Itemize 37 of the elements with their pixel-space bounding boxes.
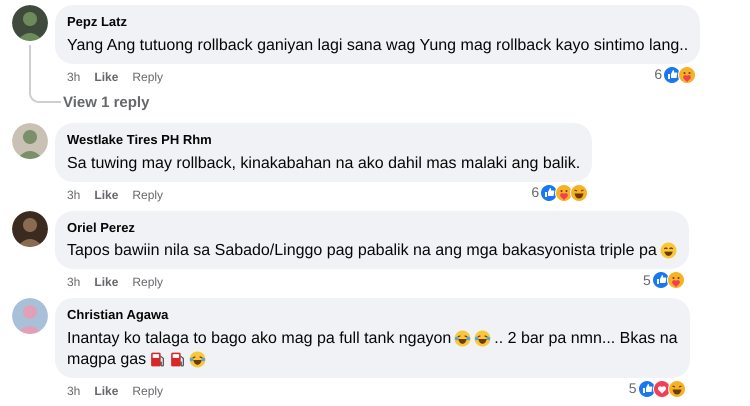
laughing-tears-emoji-icon (454, 330, 472, 346)
author-name[interactable]: Oriel Perez (67, 218, 135, 237)
comment-text: magpa gas (67, 350, 146, 370)
reaction-count[interactable]: 5 (642, 270, 651, 290)
reply-link[interactable]: Reply (132, 186, 164, 204)
view-replies-link[interactable]: View 1 reply (63, 92, 150, 114)
author-name[interactable]: Christian Agawa (67, 305, 168, 324)
author-name[interactable]: Pepz Latz (67, 12, 127, 32)
author-name[interactable]: Westlake Tires PH Rhm (67, 130, 212, 150)
laughing-tears-emoji-icon (189, 350, 206, 368)
care-reaction-icon[interactable] (666, 271, 685, 289)
comment-text: Tapos bawiin nila sa Sabado/Linggo pag pabalik na ang mga bakasyonista triple pa (67, 241, 657, 261)
haha-reaction-icon[interactable] (570, 184, 588, 202)
laughing-tears-emoji-icon (474, 330, 492, 346)
reply-link[interactable]: Reply (132, 273, 164, 291)
like-link[interactable]: Like (94, 68, 118, 86)
reaction-count[interactable]: 5 (628, 378, 636, 399)
fuel-pump-icon (169, 350, 186, 368)
comment-text: Inantay ko talaga to bago ako mag pa full tank ngayon (67, 328, 452, 348)
comment-text: Sa tuwing may rollback, kinakabahan na ako dahil mas malaki ang balik. (67, 154, 580, 174)
time-label: 3h (67, 382, 80, 400)
reaction-count[interactable]: 6 (531, 182, 540, 203)
comment-text: Yang Ang tutuong rollback ganiyan lagi sana wag Yung mag rollback kayo sintimo lang.. (67, 36, 688, 56)
grin-emoji-icon (660, 242, 677, 259)
fuel-pump-icon (149, 350, 166, 368)
haha-reaction-icon[interactable] (668, 380, 686, 398)
like-link[interactable]: Like (94, 273, 118, 291)
like-link[interactable]: Like (94, 382, 118, 400)
comment-text: .. 2 bar pa nmn... Bkas na (494, 328, 678, 348)
care-reaction-icon[interactable] (678, 66, 696, 84)
like-link[interactable]: Like (94, 186, 118, 204)
time-label: 3h (67, 186, 80, 204)
time-label: 3h (67, 274, 80, 291)
time-label: 3h (67, 68, 80, 86)
reply-link[interactable]: Reply (132, 382, 164, 400)
reaction-count[interactable]: 6 (654, 64, 662, 85)
reply-link[interactable]: Reply (132, 68, 164, 86)
